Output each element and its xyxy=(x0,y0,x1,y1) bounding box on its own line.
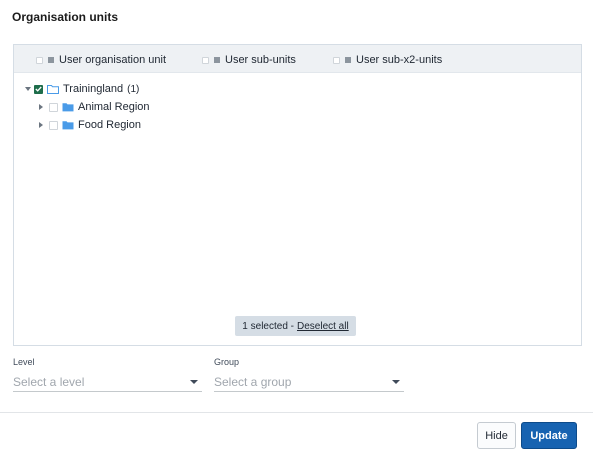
footer-divider xyxy=(0,412,593,413)
tree-node-label[interactable]: Animal Region xyxy=(78,101,150,113)
chevron-down-icon[interactable] xyxy=(190,379,198,384)
square-icon xyxy=(345,57,351,63)
checkbox-icon[interactable] xyxy=(202,56,209,64)
checkbox-icon[interactable] xyxy=(49,102,58,112)
update-button[interactable]: Update xyxy=(521,422,577,449)
option-user-sub-units[interactable]: User sub-units xyxy=(202,54,296,66)
folder-icon xyxy=(62,102,74,112)
option-label: User organisation unit xyxy=(59,54,167,66)
group-placeholder: Select a group xyxy=(214,374,292,389)
tree-node-trainingland[interactable]: Trainingland (1) xyxy=(25,82,139,96)
option-user-org-unit[interactable]: User organisation unit xyxy=(36,54,166,66)
option-label: User sub-x2-units xyxy=(356,54,443,66)
selection-summary-badge: 1 selected - Deselect all xyxy=(235,316,356,336)
option-label: User sub-units xyxy=(225,54,296,66)
tree-node-food-region[interactable]: Food Region xyxy=(39,118,141,132)
org-unit-tree-panel: User organisation unit User sub-units Us… xyxy=(13,44,582,346)
option-user-sub-x2-units[interactable]: User sub-x2-units xyxy=(333,54,442,66)
level-label: Level xyxy=(13,357,35,367)
tree-node-count: (1) xyxy=(127,83,140,95)
folder-open-icon xyxy=(47,84,59,94)
selection-count: 1 selected - xyxy=(242,320,294,332)
group-label: Group xyxy=(214,357,240,367)
hide-button[interactable]: Hide xyxy=(477,422,516,449)
checkbox-icon[interactable] xyxy=(36,56,43,64)
square-icon xyxy=(214,57,220,63)
checkbox-icon[interactable] xyxy=(333,56,340,64)
expand-arrow-icon[interactable] xyxy=(39,104,43,110)
folder-icon xyxy=(62,120,74,130)
square-icon xyxy=(48,57,54,63)
level-placeholder: Select a level xyxy=(13,374,85,389)
group-select[interactable]: Select a group xyxy=(214,372,404,392)
expand-arrow-icon[interactable] xyxy=(39,122,43,128)
chevron-down-icon[interactable] xyxy=(392,379,400,384)
expand-arrow-icon[interactable] xyxy=(25,87,31,91)
tree-node-animal-region[interactable]: Animal Region xyxy=(39,100,150,114)
user-org-options-bar: User organisation unit User sub-units Us… xyxy=(14,45,581,73)
level-select[interactable]: Select a level xyxy=(13,372,202,392)
checkbox-checked-icon[interactable] xyxy=(34,84,43,94)
checkbox-icon[interactable] xyxy=(49,120,58,130)
tree-node-label[interactable]: Food Region xyxy=(78,119,141,131)
dialog-title: Organisation units xyxy=(12,10,119,24)
tree-node-label[interactable]: Trainingland xyxy=(63,83,123,95)
deselect-all-link[interactable]: Deselect all xyxy=(297,321,349,332)
